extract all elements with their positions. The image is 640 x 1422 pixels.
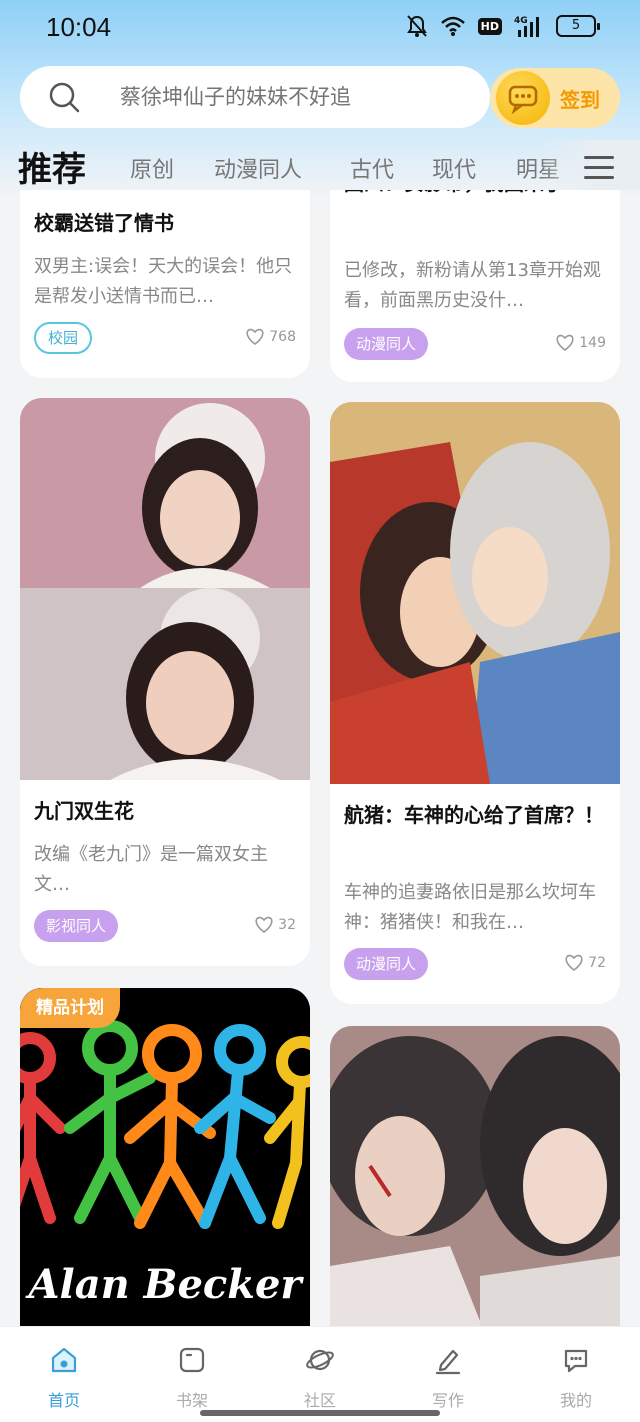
nav-write[interactable]: 写作 xyxy=(408,1345,488,1411)
heart-icon xyxy=(255,916,273,933)
nav-label: 写作 xyxy=(431,1391,464,1410)
battery-icon: 5 xyxy=(556,15,600,37)
card-tag[interactable]: 动漫同人 xyxy=(344,948,429,980)
nav-label: 首页 xyxy=(47,1391,80,1410)
card-likes[interactable]: 72 xyxy=(564,954,606,972)
book-feed: 校霸送错了情书 双男主:误会！天大的误会！他只是帮发小送情书而已… 校园 768… xyxy=(0,190,640,1326)
network-label: 4G xyxy=(514,16,528,26)
status-time: 10:04 xyxy=(46,12,112,42)
book-card[interactable]: 航猪：车神的心给了首席？！ 车神的追妻路依旧是那么坎坷车神：猪猪侠！和我在… 动… xyxy=(330,402,620,1004)
card-tag[interactable]: 校园 xyxy=(34,322,93,354)
card-likes[interactable]: 768 xyxy=(245,328,296,346)
likes-count: 32 xyxy=(278,917,296,933)
card-title: 校霸送错了情书 xyxy=(34,211,174,235)
book-card[interactable]: 回四：安影帝，我回来了 已修改，新粉请从第13章开始观看，前面黑历史没什… 动漫… xyxy=(330,190,620,382)
menu-icon[interactable] xyxy=(584,156,614,182)
search-box[interactable] xyxy=(20,66,490,128)
bookshelf-icon xyxy=(179,1347,205,1373)
cover-image: Alan Becker xyxy=(20,988,310,1326)
nav-home[interactable]: 首页 xyxy=(24,1345,104,1411)
card-tag[interactable]: 动漫同人 xyxy=(344,328,429,360)
wifi-icon xyxy=(440,16,465,36)
heart-icon xyxy=(565,954,583,971)
signin-chat-icon xyxy=(496,71,550,125)
card-likes[interactable]: 32 xyxy=(254,916,296,934)
card-title: 航猪：车神的心给了首席？！ xyxy=(344,803,604,827)
search-icon xyxy=(49,82,80,113)
book-card[interactable] xyxy=(330,1026,620,1326)
heart-icon xyxy=(556,334,574,351)
tab-recommend[interactable]: 推荐 xyxy=(18,142,86,191)
search-input[interactable] xyxy=(120,66,480,128)
tab-anime-fanfic[interactable]: 动漫同人 xyxy=(214,152,302,184)
planet-icon xyxy=(306,1349,334,1371)
chat-bubble-icon xyxy=(564,1349,588,1373)
tab-ancient[interactable]: 古代 xyxy=(350,152,394,184)
card-desc: 车神的追妻路依旧是那么坎坷车神：猪猪侠！和我在… xyxy=(344,882,596,933)
book-card[interactable]: Alan Becker 精品计划 xyxy=(20,988,310,1326)
card-desc: 双男主:误会！天大的误会！他只是帮发小送情书而已… xyxy=(34,256,293,307)
likes-count: 72 xyxy=(588,955,606,971)
card-desc: 已修改，新粉请从第13章开始观看，前面黑历史没什… xyxy=(344,260,601,311)
likes-count: 768 xyxy=(269,329,296,345)
card-desc: 改编《老九门》是一篇双女主文… xyxy=(34,844,268,895)
nav-label: 社区 xyxy=(303,1391,336,1410)
cover-image xyxy=(330,402,620,784)
signal-icon: 4G xyxy=(514,16,539,37)
cover-text: Alan Becker xyxy=(24,1261,304,1308)
nav-label: 我的 xyxy=(559,1391,592,1410)
likes-count: 149 xyxy=(579,335,606,351)
status-bar: 10:04 HD 4G 5 xyxy=(0,0,640,56)
nav-community[interactable]: 社区 xyxy=(280,1345,360,1411)
status-icons: HD 4G 5 xyxy=(406,14,600,38)
hd-badge: HD xyxy=(477,17,502,35)
home-indicator xyxy=(200,1410,440,1416)
card-title: 九门双生花 xyxy=(34,799,134,823)
heart-icon xyxy=(246,328,264,345)
cover-image xyxy=(20,398,310,780)
signin-button[interactable]: 签到 xyxy=(490,68,620,128)
bottom-nav: 首页 书架 社区 写作 我的 xyxy=(0,1326,640,1422)
book-card[interactable]: 校霸送错了情书 双男主:误会！天大的误会！他只是帮发小送情书而已… 校园 768 xyxy=(20,190,310,378)
book-card[interactable]: 九门双生花 改编《老九门》是一篇双女主文… 影视同人 32 xyxy=(20,398,310,966)
pen-icon xyxy=(435,1349,461,1375)
card-likes[interactable]: 149 xyxy=(555,334,606,352)
nav-profile[interactable]: 我的 xyxy=(536,1345,616,1411)
nav-bookshelf[interactable]: 书架 xyxy=(152,1345,232,1411)
tab-original[interactable]: 原创 xyxy=(130,152,174,184)
cover-image xyxy=(330,1026,620,1326)
nav-label: 书架 xyxy=(175,1391,208,1410)
category-tabs: 推荐 原创 动漫同人 古代 现代 明星 xyxy=(0,140,640,190)
card-tag[interactable]: 影视同人 xyxy=(34,910,119,942)
signin-label: 签到 xyxy=(560,88,600,112)
mute-bell-icon xyxy=(406,15,427,37)
tab-modern[interactable]: 现代 xyxy=(432,152,476,184)
home-icon xyxy=(51,1347,77,1373)
premium-badge: 精品计划 xyxy=(20,988,120,1028)
card-title: 回四：安影帝，我回来了 xyxy=(344,190,564,200)
